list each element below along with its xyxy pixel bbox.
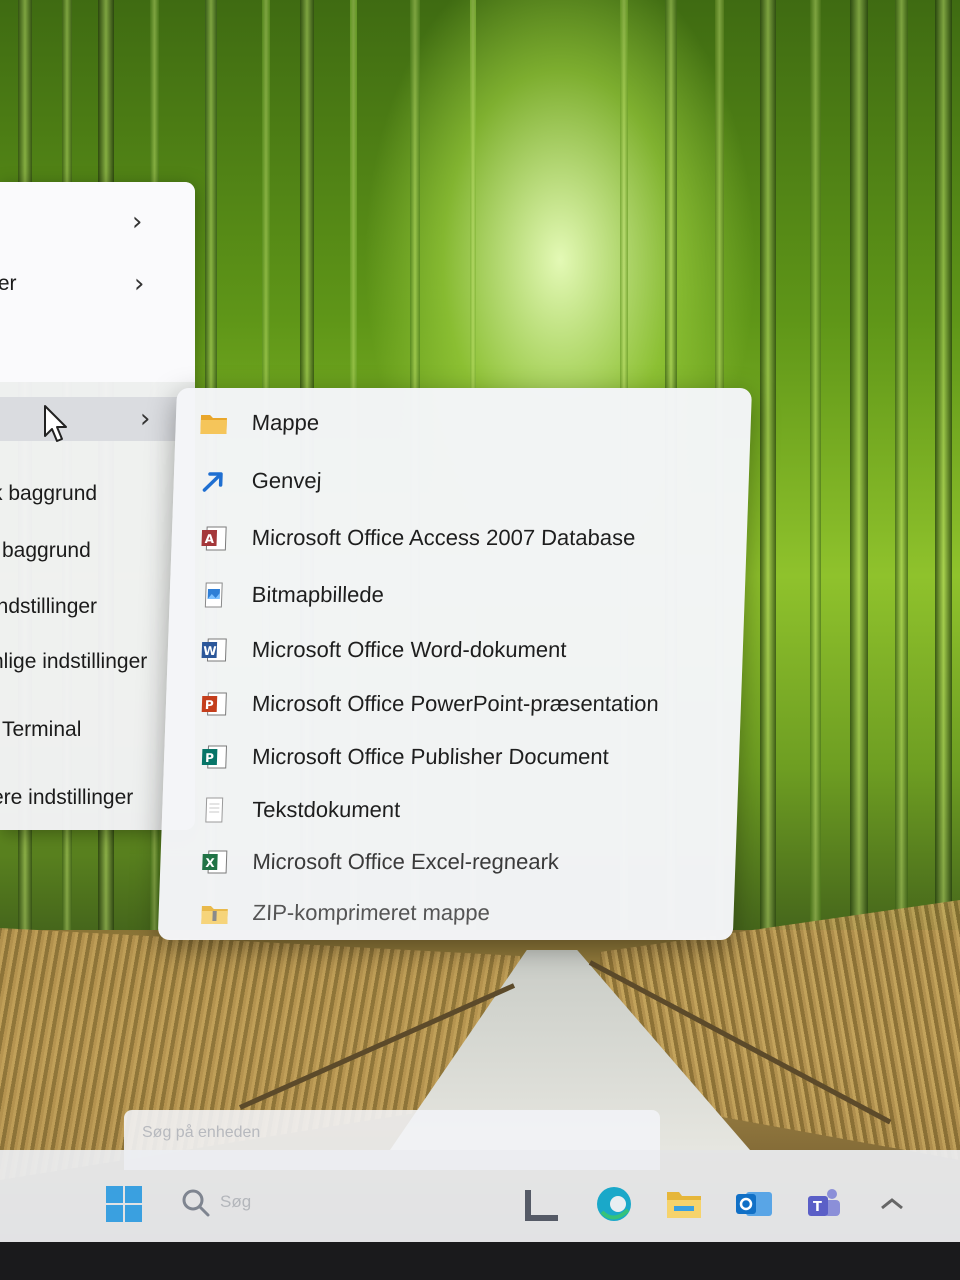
bamboo-stalk — [935, 0, 952, 980]
submenu-item-label: Microsoft Office Word-dokument — [251, 637, 567, 662]
submenu-item-publisher[interactable]: P Microsoft Office Publisher Document — [199, 734, 609, 780]
submenu-item-bitmap[interactable]: Bitmapbillede — [199, 572, 384, 618]
context-menu-item-background[interactable]: baggrund — [0, 531, 190, 571]
context-menu-item-background-next[interactable]: k baggrund — [0, 474, 190, 514]
chevron-right-icon: › — [134, 269, 145, 299]
excel-icon: X — [202, 850, 228, 874]
context-menu-item-label: baggrund — [2, 539, 91, 562]
submenu-item-label: Microsoft Office Publisher Document — [251, 744, 610, 769]
context-menu-item-sort[interactable]: ter › — [0, 264, 190, 304]
zip-folder-icon — [201, 906, 228, 924]
submenu-item-powerpoint[interactable]: P Microsoft Office PowerPoint-præsentati… — [199, 681, 659, 727]
context-menu-item-label: Terminal — [2, 718, 82, 741]
context-menu-item-display-settings[interactable]: indstillinger — [0, 587, 190, 627]
file-explorer-icon[interactable] — [664, 1184, 704, 1224]
submenu-item-folder[interactable]: Mappe — [199, 400, 320, 446]
submenu-item-label: Tekstdokument — [251, 797, 401, 822]
svg-text:W: W — [203, 644, 217, 658]
powerpoint-icon: P — [201, 692, 227, 716]
context-menu-item-view[interactable]: › — [0, 202, 190, 242]
chevron-right-icon: › — [132, 207, 143, 237]
submenu-item-zip-folder[interactable]: ZIP-komprimeret mappe — [200, 890, 490, 936]
edge-icon[interactable] — [594, 1184, 634, 1224]
context-menu-item-personalize[interactable]: nlige indstillinger — [0, 642, 190, 682]
submenu-item-label: Genvej — [251, 468, 322, 493]
submenu-item-label: ZIP-komprimeret mappe — [252, 900, 491, 925]
context-menu-item-new[interactable]: › — [0, 397, 190, 441]
bamboo-stalk — [850, 0, 868, 980]
submenu-item-label: Mappe — [251, 410, 320, 435]
submenu-item-label: Bitmapbillede — [251, 582, 385, 607]
start-icon[interactable] — [104, 1184, 144, 1224]
svg-text:X: X — [205, 856, 215, 870]
context-menu-item-label: indstillinger — [0, 595, 98, 618]
bitmap-image-icon — [204, 582, 223, 608]
text-document-icon — [205, 797, 224, 823]
svg-text:P: P — [205, 698, 214, 712]
publisher-icon: P — [201, 745, 228, 769]
taskbar-search-placeholder: Søg — [220, 1192, 252, 1211]
submenu-item-shortcut[interactable]: Genvej — [199, 458, 322, 504]
chevron-icon[interactable] — [872, 1184, 912, 1224]
svg-text:T: T — [813, 1200, 822, 1215]
chevron-right-icon: › — [140, 404, 151, 434]
submenu-item-label: Microsoft Office Excel-regneark — [252, 849, 560, 874]
context-menu-item-label: nlige indstillinger — [0, 650, 148, 673]
shortcut-arrow-icon — [202, 472, 223, 492]
search-flyout-placeholder: Søg på enheden — [142, 1124, 261, 1141]
context-menu-item-terminal[interactable]: Terminal — [0, 710, 190, 750]
context-menu-item-label: ter — [0, 272, 17, 295]
submenu-item-excel[interactable]: X Microsoft Office Excel-regneark — [200, 839, 559, 885]
submenu-item-label: Microsoft Office PowerPoint-præsentation — [251, 691, 660, 716]
app-icon[interactable] — [524, 1184, 564, 1224]
submenu-item-label: Microsoft Office Access 2007 Database — [251, 525, 636, 550]
access-database-icon: A — [201, 526, 227, 551]
new-item-submenu: Mappe Genvej A Microsoft Office Access 2… — [157, 388, 752, 940]
submenu-item-access-database[interactable]: A Microsoft Office Access 2007 Database — [199, 515, 636, 561]
context-menu-item-label: ere indstillinger — [0, 786, 134, 809]
mouse-pointer-icon — [44, 405, 67, 442]
bamboo-stalk — [895, 0, 908, 980]
svg-text:P: P — [205, 751, 214, 765]
svg-text:A: A — [204, 532, 214, 546]
submenu-item-text-document[interactable]: Tekstdokument — [199, 787, 401, 833]
bamboo-stalk — [810, 0, 821, 980]
outlook-icon[interactable] — [734, 1184, 774, 1224]
word-document-icon: W — [201, 638, 227, 662]
monitor-bezel — [0, 1242, 960, 1280]
bamboo-stalk — [760, 0, 776, 980]
teams-icon[interactable]: T — [804, 1184, 844, 1224]
folder-icon — [200, 415, 227, 434]
submenu-item-word-document[interactable]: W Microsoft Office Word-dokument — [199, 627, 567, 673]
context-menu-item-label: k baggrund — [0, 482, 98, 505]
search-icon[interactable] — [178, 1184, 218, 1224]
